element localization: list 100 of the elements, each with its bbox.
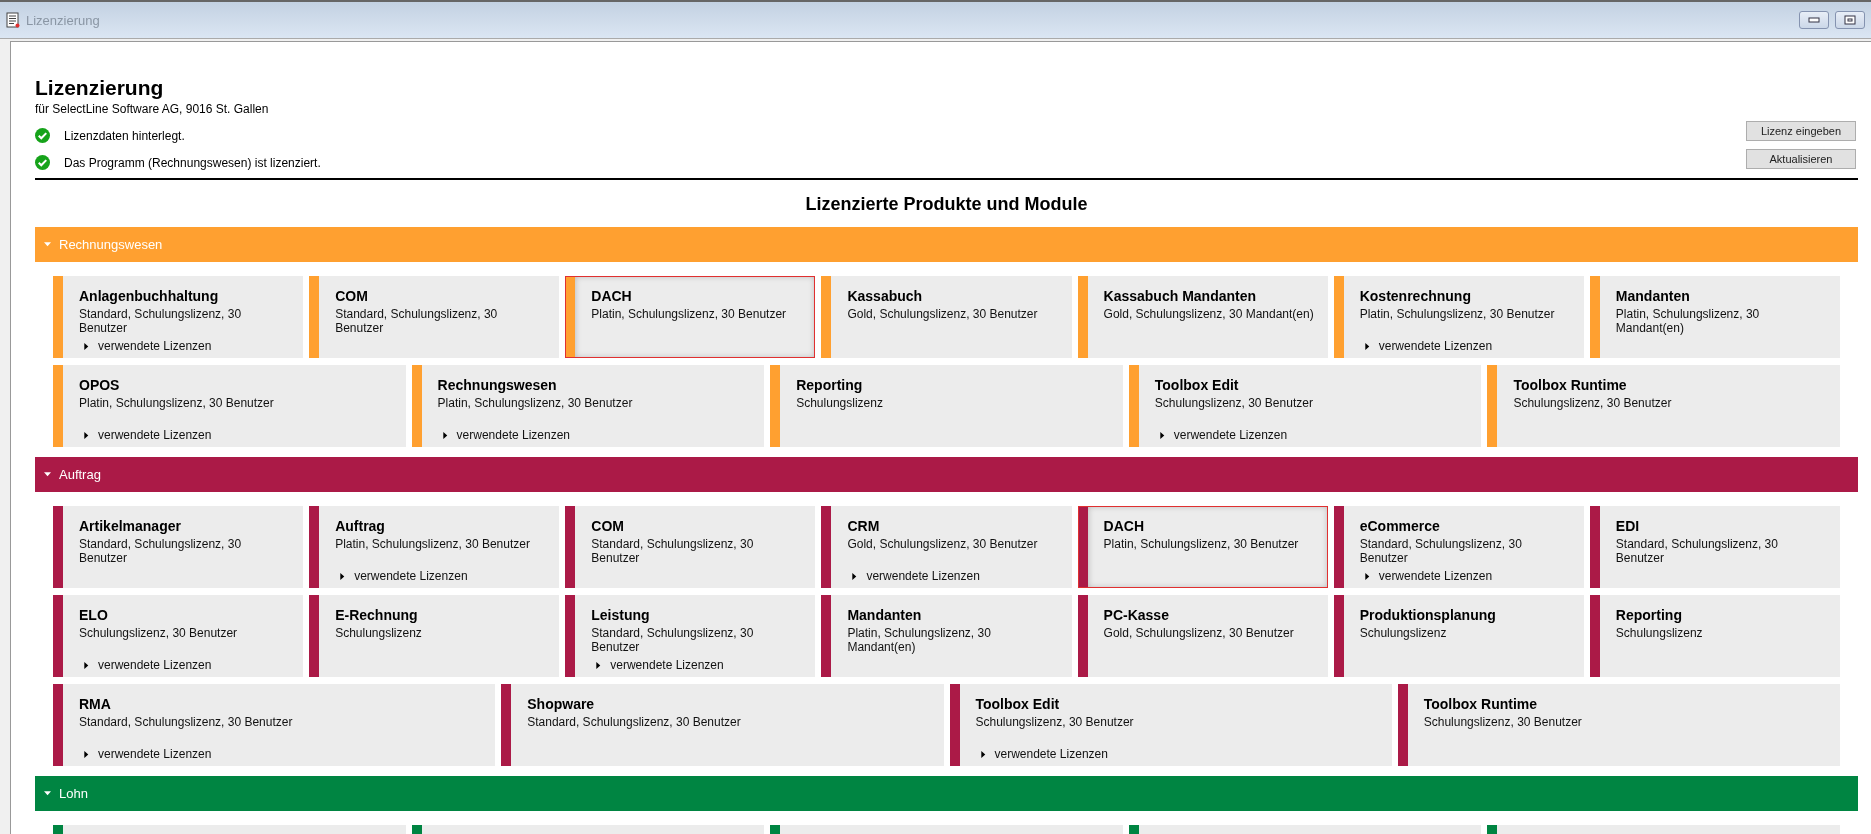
action-button[interactable]: Lizenz eingeben	[1746, 121, 1856, 141]
product-tile[interactable]: Produktionsplanung Schulungslizenz	[1333, 595, 1584, 677]
license-expander[interactable]: verwendete Lizenzen	[847, 569, 980, 583]
maximize-button[interactable]	[1835, 11, 1865, 29]
expand-triangle-icon	[83, 750, 90, 758]
product-tile[interactable]: eCommerce Standard, Schulungslizenz, 30 Benutzer verwendete Lizenzen	[1333, 506, 1584, 588]
expand-triangle-icon	[83, 342, 90, 350]
product-tile[interactable]: Reporting Schulungslizenz	[1589, 595, 1840, 677]
license-expander[interactable]: verwendete Lizenzen	[335, 569, 468, 583]
license-expander[interactable]: verwendete Lizenzen	[79, 658, 212, 672]
license-details: Schulungslizenz	[1359, 626, 1448, 640]
license-details: Standard, Schulungslizenz, 30 Benutzer	[591, 537, 755, 565]
product-tile[interactable]: COM Standard, Schulungslizenz, 30 Benutzer	[565, 506, 816, 588]
product-name: DACH	[591, 288, 633, 304]
status-text: Lizenzdaten hinterlegt.	[64, 128, 185, 143]
product-tile[interactable]: Toolbox Runtime Schulungslizenz, 30 Benutzer	[1397, 684, 1840, 766]
product-name: OPOS	[79, 377, 121, 393]
license-expander[interactable]: verwendete Lizenzen	[591, 658, 724, 672]
license-details: Schulungslizenz, 30 Benutzer	[1154, 396, 1314, 410]
expand-triangle-icon	[851, 572, 859, 580]
product-tile[interactable]: Shopware Standard, Schulungslizenz, 30 Benutzer	[501, 684, 944, 766]
expand-triangle-icon	[83, 661, 90, 669]
expand-triangle-icon	[1363, 342, 1371, 350]
license-details: Schulungslizenz	[335, 626, 423, 640]
expand-triangle-icon	[595, 661, 603, 669]
document-icon	[6, 12, 20, 28]
page-subtitle: für SelectLine Software AG, 9016 St. Gallen	[35, 102, 270, 116]
page-title: Lizenzierung	[35, 76, 165, 100]
license-details: Platin, Schulungslizenz, 30 Benutzer	[1359, 307, 1556, 321]
product-tile[interactable]: CRM Gold, Schulungslizenz, 30 Benutzer verwendete Lizenzen	[821, 506, 1072, 588]
product-name: Toolbox Edit	[1154, 377, 1240, 393]
product-tile[interactable]: Kassabuch Gold, Schulungslizenz, 30 Benutzer	[821, 276, 1072, 358]
license-details: Gold, Schulungslizenz, 30 Benutzer	[847, 307, 1039, 321]
product-name: Reporting	[1615, 607, 1683, 623]
product-tile[interactable]: EDI Standard, Schulungslizenz, 30 Benutzer	[1589, 506, 1840, 588]
product-tile[interactable]: Kostenrechnung Platin, Schulungslizenz, 30 Benutzer verwendete Lizenzen	[1333, 276, 1584, 358]
license-expander[interactable]: verwendete Lizenzen	[79, 339, 212, 353]
expand-triangle-icon	[339, 572, 347, 580]
product-tile[interactable]: Rechnungswesen Platin, Schulungslizenz, 30 Benutzer verwendete Lizenzen	[411, 365, 765, 447]
license-expander[interactable]: verwendete Lizenzen	[1359, 569, 1493, 583]
license-details: Platin, Schulungslizenz, 30 Benutzer	[1103, 537, 1300, 551]
expand-triangle-icon	[44, 471, 51, 478]
license-expander[interactable]: verwendete Lizenzen	[79, 747, 212, 761]
product-name: Reporting	[796, 377, 864, 393]
license-details: Gold, Schulungslizenz, 30 Benutzer	[1103, 626, 1295, 640]
license-expander[interactable]: verwendete Lizenzen	[1154, 428, 1288, 442]
license-details: Standard, Schulungslizenz, 30 Benutzer	[335, 307, 499, 335]
product-tile[interactable]: Mandanten Platin, Schulungslizenz, 30 Mandant(en)	[1589, 276, 1840, 358]
license-details: Platin, Schulungslizenz, 30 Benutzer	[335, 537, 531, 551]
category-bar[interactable]: Auftrag	[35, 457, 1858, 492]
product-tile[interactable]: DACH Platin, Schulungslizenz, 30 Benutzer	[565, 276, 816, 358]
minimize-icon	[1808, 17, 1820, 23]
product-name: Auftrag	[335, 518, 386, 534]
product-name: Toolbox Runtime	[1513, 377, 1628, 393]
status-text: Das Programm (Rechnungswesen) ist lizenziert.	[64, 155, 321, 170]
product-tile[interactable]: PC-Kasse Gold, Schulungslizenz, 30 Benutzer	[1077, 595, 1328, 677]
action-button[interactable]: Aktualisieren	[1746, 149, 1856, 169]
product-tile[interactable]: Auftrag Platin, Schulungslizenz, 30 Benutzer verwendete Lizenzen	[309, 506, 560, 588]
product-name: Rechnungswesen	[437, 377, 558, 393]
product-tile[interactable]: E-Rechnung Schulungslizenz	[309, 595, 560, 677]
license-expander[interactable]: verwendete Lizenzen	[437, 428, 570, 442]
product-name: eCommerce	[1359, 518, 1441, 534]
license-details: Standard, Schulungslizenz, 30 Benutzer	[1359, 537, 1523, 565]
license-details: Standard, Schulungslizenz, 30 Benutzer	[591, 626, 755, 654]
product-tile[interactable]: Toolbox Edit Schulungslizenz, 30 Benutzer verwendete Lizenzen	[949, 684, 1392, 766]
license-details: Standard, Schulungslizenz, 30 Benutzer	[79, 307, 243, 335]
license-details: Standard, Schulungslizenz, 30 Benutzer	[79, 715, 294, 729]
product-name: COM	[591, 518, 625, 534]
license-details: Schulungslizenz, 30 Benutzer	[975, 715, 1135, 729]
license-details: Schulungslizenz	[796, 396, 884, 410]
product-tile[interactable]: OPOS Platin, Schulungslizenz, 30 Benutzer verwendete Lizenzen	[53, 365, 406, 447]
product-tile[interactable]: Reporting Schulungslizenz	[770, 365, 1123, 447]
product-tile[interactable]: DACH Platin, Schulungslizenz, 30 Benutzer	[1077, 506, 1328, 588]
product-name: Mandanten	[847, 607, 923, 623]
license-details: Gold, Schulungslizenz, 30 Benutzer	[847, 537, 1039, 551]
product-name: Shopware	[527, 696, 596, 712]
license-expander[interactable]: verwendete Lizenzen	[79, 428, 212, 442]
product-tile[interactable]: Kassabuch Mandanten Gold, Schulungslizenz, 30 Mandant(en)	[1077, 276, 1328, 358]
minimize-button[interactable]	[1799, 11, 1829, 29]
expand-triangle-icon	[44, 790, 51, 797]
license-expander[interactable]: verwendete Lizenzen	[1359, 339, 1493, 353]
category-bar[interactable]: Lohn	[35, 776, 1858, 811]
product-tile[interactable]: Toolbox Edit Schulungslizenz, 30 Benutzer verwendete Lizenzen	[1128, 365, 1482, 447]
product-name: Leistung	[591, 607, 651, 623]
product-tile[interactable]: Leistung Standard, Schulungslizenz, 30 Benutzer verwendete Lizenzen	[565, 595, 816, 677]
product-name: CRM	[847, 518, 881, 534]
product-name: Kostenrechnung	[1359, 288, 1472, 304]
product-tile[interactable]: Toolbox Runtime Schulungslizenz, 30 Benutzer	[1487, 365, 1840, 447]
product-tile[interactable]: ELO Schulungslizenz, 30 Benutzer verwendete Lizenzen	[53, 595, 304, 677]
license-details: Schulungslizenz, 30 Benutzer	[79, 626, 239, 640]
product-name: Kassabuch	[847, 288, 924, 304]
product-tile[interactable]: RMA Standard, Schulungslizenz, 30 Benutzer verwendete Lizenzen	[53, 684, 496, 766]
product-tile[interactable]: COM Standard, Schulungslizenz, 30 Benutzer	[309, 276, 560, 358]
product-name: PC-Kasse	[1103, 607, 1170, 623]
license-expander[interactable]: verwendete Lizenzen	[975, 747, 1108, 761]
expand-triangle-icon	[1363, 572, 1371, 580]
license-details: Platin, Schulungslizenz, 30 Benutzer	[591, 307, 788, 321]
product-tile[interactable]: Anlagenbuchhaltung Standard, Schulungslizenz, 30 Benutzer verwendete Lizenzen	[53, 276, 304, 358]
product-tile[interactable]: Artikelmanager Standard, Schulungslizenz, 30 Benutzer	[53, 506, 304, 588]
product-tile[interactable]: Mandanten Platin, Schulungslizenz, 30 Mandant(en)	[821, 595, 1072, 677]
